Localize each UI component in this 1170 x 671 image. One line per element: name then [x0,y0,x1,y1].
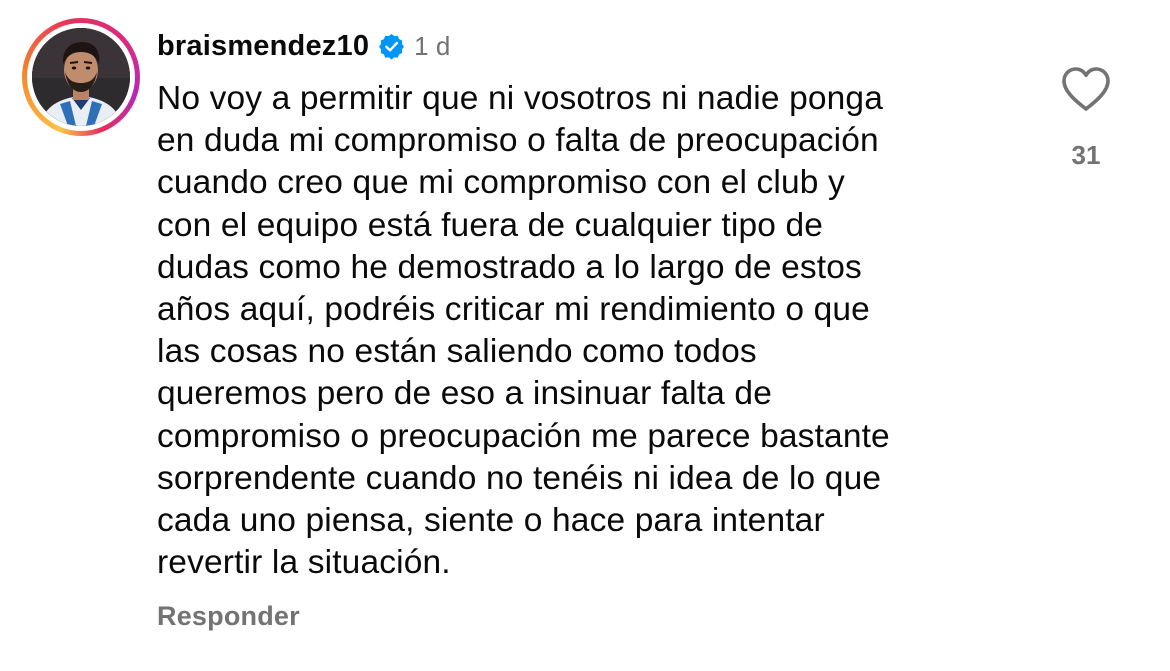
comment-text-line: años aquí, podréis criticar mi rendimien… [157,291,870,329]
comment-text-line: cada uno piensa, siente o hace para inte… [157,502,825,540]
avatar-image [32,28,130,126]
comment-text-line: en duda mi compromiso o falta de preocup… [157,122,879,160]
comment-text-line: cuando creo que mi compromiso con el clu… [157,164,845,202]
like-button[interactable] [1060,65,1112,113]
comment-text-line: revertir la situación. [157,544,451,582]
comment-text-line: queremos pero de eso a insinuar falta de [157,375,772,413]
comment: braismendez10 1 d No voy a permitir que … [0,0,1170,671]
timestamp: 1 d [414,30,451,61]
comment-text-line: compromiso o preocupación me parece bast… [157,417,890,455]
avatar [32,28,130,126]
reply-button[interactable]: Responder [157,601,300,632]
comment-text-line: sorprendente cuando no tenéis ni idea de… [157,459,882,497]
comment-text-line: con el equipo está fuera de cualquier ti… [157,206,824,244]
heart-outline-icon [1062,67,1110,111]
like-count: 31 [1071,140,1101,170]
verified-badge-icon [378,33,405,60]
comment-text-line: No voy a permitir que ni vosotros ni nad… [157,80,883,117]
comment-text-line: dudas como he demostrado a lo largo de e… [157,248,862,286]
username[interactable]: braismendez10 [157,30,369,63]
comment-text: No voy a permitir que ni vosotros ni nad… [157,78,1017,584]
avatar-story-ring[interactable] [22,18,140,136]
comment-header: braismendez10 1 d [157,26,450,66]
comment-text-line: las cosas no están saliendo como todos [157,333,757,371]
